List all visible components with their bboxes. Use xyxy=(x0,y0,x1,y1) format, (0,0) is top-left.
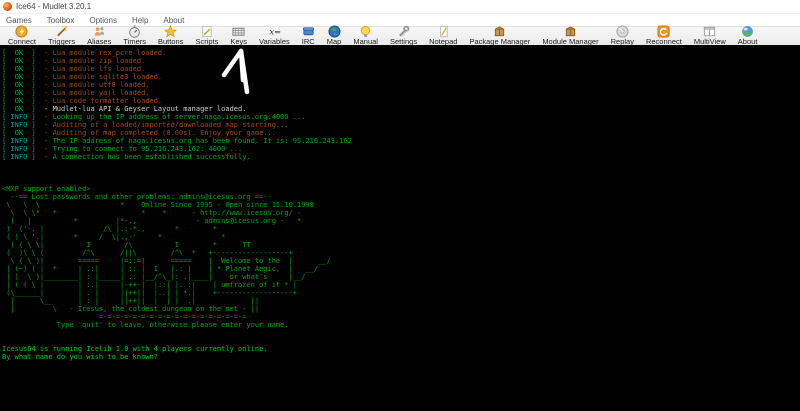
console-line: ) ('-. | /\ |.:-*., * * xyxy=(2,225,800,233)
toolbar-button-triggers[interactable]: Triggers xyxy=(42,25,81,47)
console-line: \ \ \* * * * - http://www.icesus.org/ - xyxy=(2,209,800,217)
console-line: \ ( \ )| ===== |=::=| ===== | Welcome to… xyxy=(2,257,800,265)
console-line xyxy=(2,161,800,169)
console-line: [ OK ] - Lua module sqlite3 loaded. xyxy=(2,73,800,81)
console-line xyxy=(2,337,800,345)
console-line: Icesus64 is running Icelib 1.0 with 4 pl… xyxy=(2,345,800,353)
toolbar-button-package-manager[interactable]: Package Manager xyxy=(463,25,536,47)
console-line: [ INFO ] - Trying to connect to 95.216.2… xyxy=(2,145,800,153)
toolbar-button-map[interactable]: Map xyxy=(321,25,348,47)
console-line: | ( ( \ | | :.| |-++-| |::| |. :| | unfr… xyxy=(2,281,800,289)
console-line: [ OK ] - Lua module lfs loaded. xyxy=(2,65,800,73)
console-line: [ OK ] - Lua code formatter loaded. xyxy=(2,97,800,105)
console-line: [ INFO ] - Auditing of a loaded/imported… xyxy=(2,121,800,129)
console-line: By what name do you wish to be known? xyxy=(2,353,800,361)
console-line: \ \ \ * Online Since 1995 - Open since 1… xyxy=(2,201,800,209)
console-line: [ OK ] - Lua module zip loaded. xyxy=(2,57,800,65)
toolbar-button-multiview[interactable]: MultiView xyxy=(688,25,732,47)
console-line: | \__ | : | ||++|| | | | .| || xyxy=(2,297,800,305)
toolbar-button-replay[interactable]: Replay xyxy=(605,25,640,47)
console-line: =-=-=-=-=-=-=-=-=-=-=-=-=-=-=-=-=-= xyxy=(2,313,800,321)
console-line xyxy=(2,169,800,177)
toolbar-button-aliases[interactable]: Aliases xyxy=(81,25,117,47)
console-line: ( ) \ '.| * / \|.,-' * * xyxy=(2,233,800,241)
console-line: | ) \ )|________| : |_____| .: |__/^\_|:… xyxy=(2,273,800,281)
console-line: [ OK ] - Lua module yajl loaded. xyxy=(2,89,800,97)
console-line: [ INFO ] - A connection has been establi… xyxy=(2,153,800,161)
console-line: [ OK ] - Lua module utf8 loaded. xyxy=(2,81,800,89)
console-line: [ OK ] - Auditing of map completed (0.00… xyxy=(2,129,800,137)
menu-item-games[interactable]: Games xyxy=(6,16,32,25)
toolbar-button-manual[interactable]: Manual xyxy=(347,25,384,47)
console-line: Type 'quit' to leave, otherwise please e… xyxy=(2,321,800,329)
toolbar-button-connect[interactable]: Connect xyxy=(2,25,42,47)
console-line: [ OK ] - Lua module rex_pcre loaded. xyxy=(2,49,800,57)
window-titlebar: Ice64 - Mudlet 3.20.1 xyxy=(0,0,800,14)
toolbar-button-module-manager[interactable]: Module Manager xyxy=(536,25,604,47)
menu-item-toolbox[interactable]: Toolbox xyxy=(47,16,75,25)
toolbar-button-keys[interactable]: Keys xyxy=(224,25,253,47)
console-line: [ INFO ] - The IP address of naga.icesus… xyxy=(2,137,800,145)
console-line xyxy=(2,329,800,337)
toolbar-button-timers[interactable]: Timers xyxy=(117,25,152,47)
console-line xyxy=(2,177,800,185)
toolbar-button-scripts[interactable]: Scripts xyxy=(189,25,224,47)
toolbar-button-variables[interactable]: x=Variables xyxy=(253,25,296,47)
svg-text:x=: x= xyxy=(269,26,281,36)
console-line: [ INFO ] - Looking up the IP address of … xyxy=(2,113,800,121)
menu-item-help[interactable]: Help xyxy=(132,16,148,25)
menu-item-about[interactable]: About xyxy=(163,16,184,25)
console-output[interactable]: [ OK ] - Lua module rex_pcre loaded.[ OK… xyxy=(0,45,800,411)
console-line: | (~) ( | * | .:| | :: | I |.: | | * Pla… xyxy=(2,265,800,273)
console-line: ( )\ \ ( /^\ /||\ /^\ * +---------------… xyxy=(2,249,800,257)
console-line: ) | * |*-., - admins@icesus.org - * xyxy=(2,217,800,225)
toolbar-button-about[interactable]: About xyxy=(732,25,764,47)
toolbar-button-notepad[interactable]: Notepad xyxy=(423,25,463,47)
mudlet-app-icon xyxy=(3,2,12,11)
console-line: <MXP support enabled> xyxy=(2,185,800,193)
console-line: --== Lost passwords and other problems: … xyxy=(2,193,800,201)
toolbar-button-settings[interactable]: Settings xyxy=(384,25,423,47)
menu-item-options[interactable]: Options xyxy=(89,16,117,25)
toolbar-button-irc[interactable]: IRC xyxy=(296,25,321,47)
console-line: | \ - Icesus, the coldest dungeon on the… xyxy=(2,305,800,313)
toolbar-button-buttons[interactable]: Buttons xyxy=(152,25,189,47)
window-title: Ice64 - Mudlet 3.20.1 xyxy=(16,0,91,13)
toolbar-button-reconnect[interactable]: Reconnect xyxy=(640,25,688,47)
console-line: (\______| | . | ||++|| |..| | *.| +-----… xyxy=(2,289,800,297)
console-line: [ OK ] - Mudlet-lua API & Geyser Layout … xyxy=(2,105,800,113)
console-line: ) ( \ \| I /\ I * TT xyxy=(2,241,800,249)
